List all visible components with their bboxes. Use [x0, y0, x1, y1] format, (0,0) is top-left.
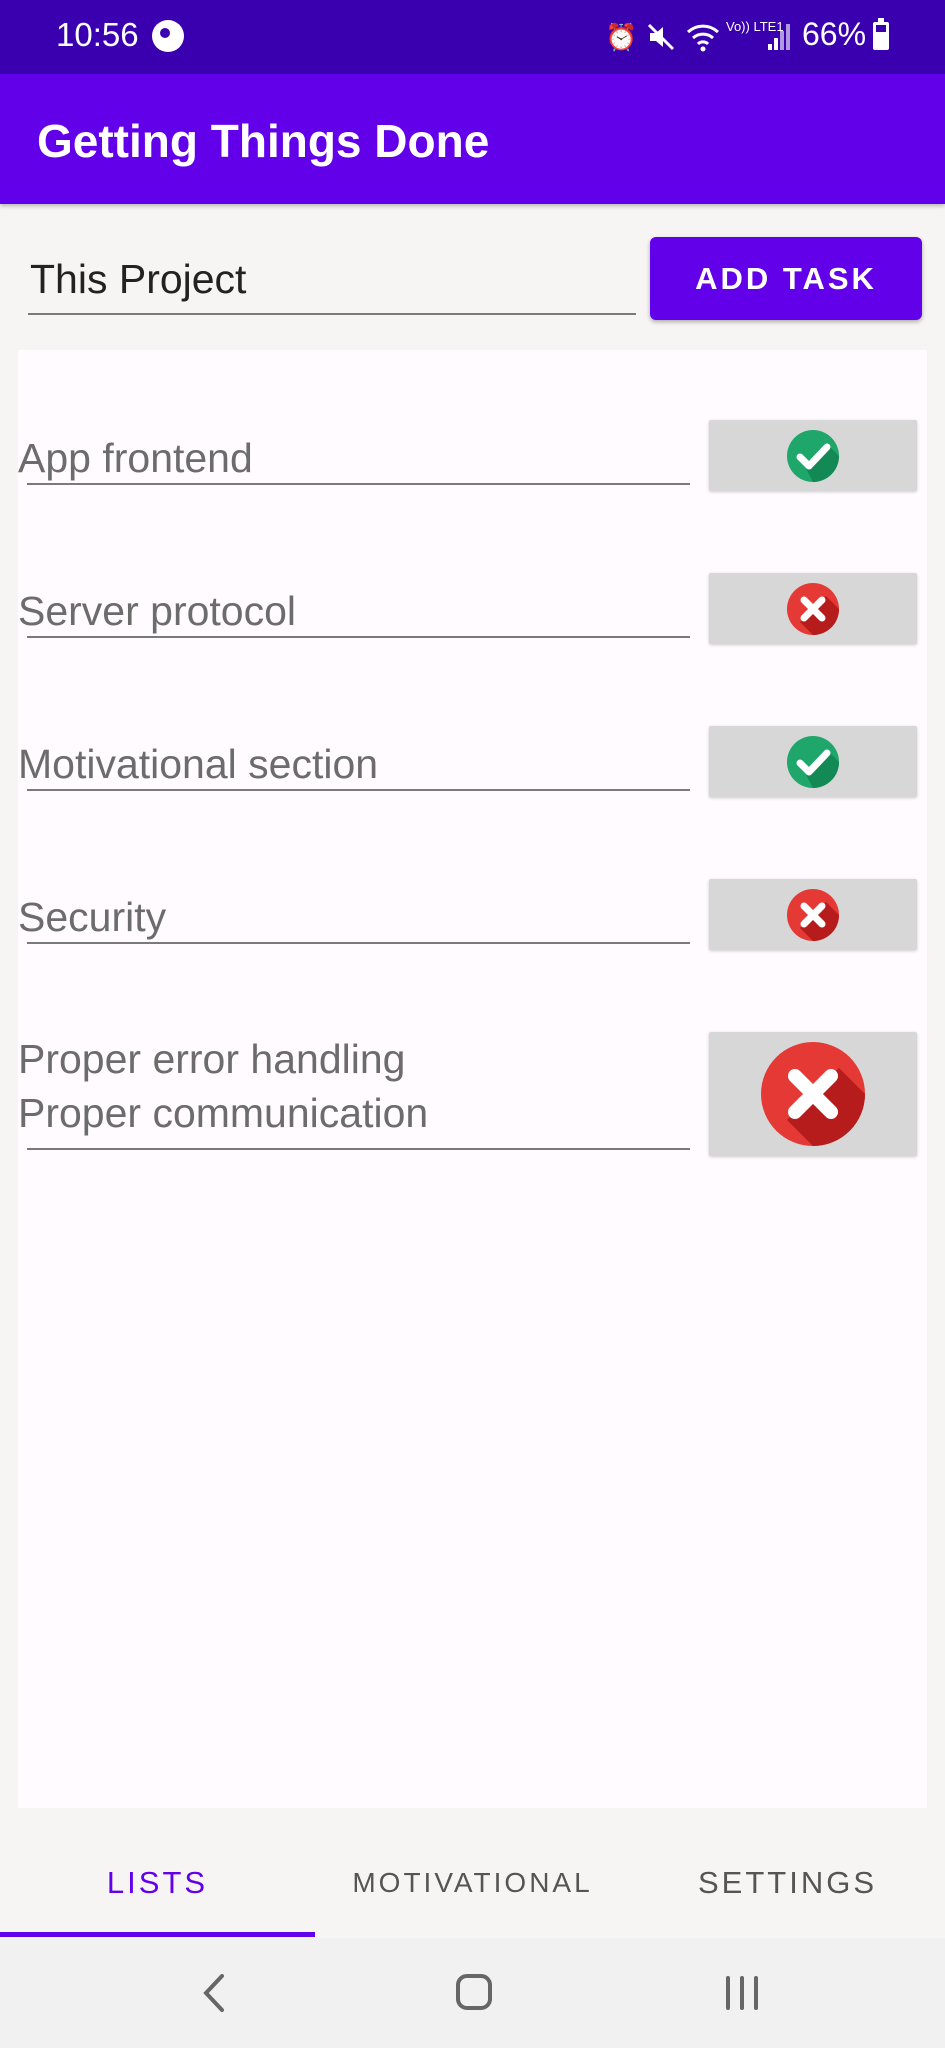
task-row: Proper error handling Proper communicati… [18, 1032, 927, 1156]
task-status-toggle[interactable] [709, 573, 917, 644]
task-status-toggle[interactable] [709, 879, 917, 950]
bottom-tab-bar: LISTS MOTIVATIONAL SETTINGS [0, 1828, 945, 1938]
task-list[interactable]: Proper error handling Proper communicati… [18, 350, 927, 1808]
app-screen: 10:56 ⏰ Vo)) LTE1 66% Getting Things Don… [0, 0, 945, 2048]
task-status-toggle[interactable] [709, 1032, 917, 1156]
signal-icon [768, 24, 792, 50]
status-bar: 10:56 ⏰ Vo)) LTE1 66% [0, 0, 945, 74]
task-name-input[interactable]: Proper error handling Proper communicati… [18, 1032, 690, 1152]
divider [27, 483, 690, 485]
task-name-input[interactable] [18, 734, 690, 794]
divider [27, 636, 690, 638]
battery-icon [873, 18, 889, 50]
system-nav-bar [0, 1938, 945, 2048]
add-task-button[interactable]: ADD TASK [650, 237, 922, 320]
recents-icon[interactable] [722, 1968, 762, 2023]
status-time: 10:56 [56, 16, 139, 53]
home-icon[interactable] [454, 1968, 494, 2023]
task-status-toggle[interactable] [709, 420, 917, 491]
divider [27, 1148, 690, 1150]
project-name-input[interactable] [28, 245, 636, 315]
app-notification-icon [152, 20, 184, 52]
battery-percentage: 66% [802, 16, 867, 52]
cross-icon [787, 582, 839, 635]
tab-motivational[interactable]: MOTIVATIONAL [315, 1828, 630, 1938]
app-bar: Getting Things Done [0, 74, 945, 204]
task-status-toggle[interactable] [709, 726, 917, 797]
tab-settings[interactable]: SETTINGS [630, 1828, 945, 1938]
mute-icon [646, 22, 676, 58]
check-icon [787, 735, 839, 788]
alarm-icon: ⏰ [605, 22, 638, 52]
task-name-input[interactable] [18, 428, 690, 488]
task-name-input[interactable] [18, 581, 690, 641]
back-icon[interactable] [196, 1968, 230, 2023]
task-name-input[interactable] [18, 887, 690, 947]
check-icon [787, 429, 839, 482]
tab-lists[interactable]: LISTS [0, 1828, 315, 1938]
wifi-icon [686, 22, 720, 58]
tab-selected-indicator [0, 1932, 315, 1937]
app-title: Getting Things Done [37, 115, 490, 167]
divider [27, 789, 690, 791]
divider [27, 942, 690, 944]
cross-icon [761, 1042, 865, 1146]
cross-icon [787, 888, 839, 941]
